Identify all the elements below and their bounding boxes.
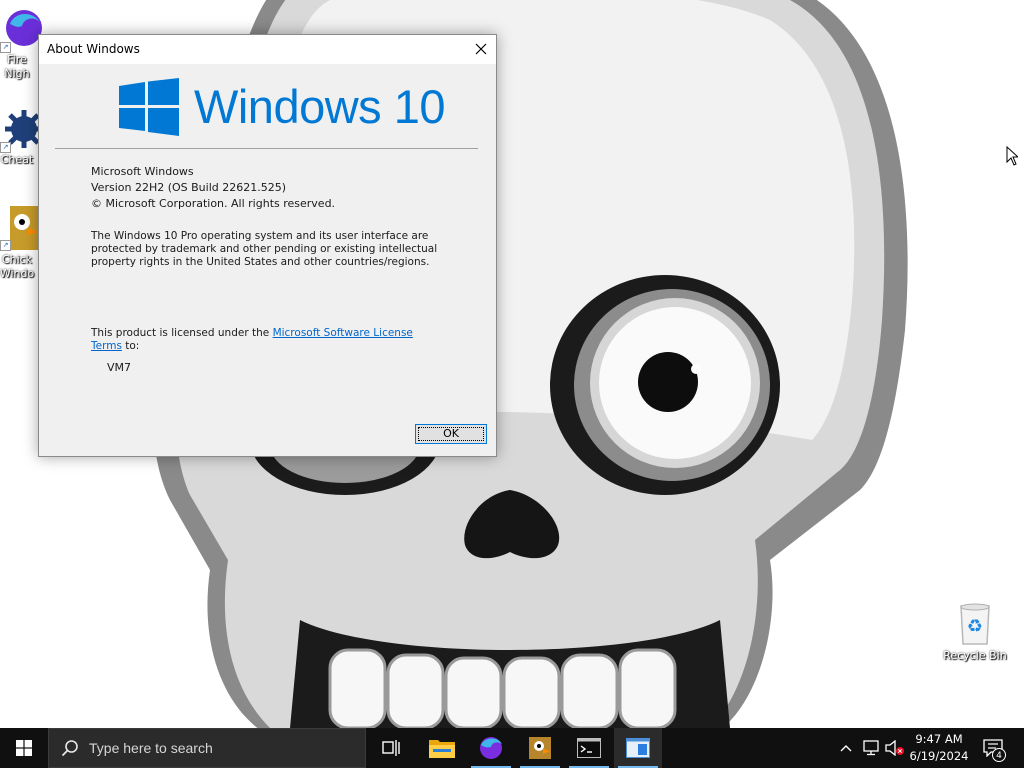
close-button[interactable]	[466, 35, 496, 64]
taskbar: Type here to search 9:47 AM 6/19/2024 4	[0, 728, 1024, 768]
windows-wordmark: Windows 10	[194, 80, 446, 133]
legal-text: The Windows 10 Pro operating system and …	[91, 230, 438, 268]
ok-button[interactable]: OK	[415, 424, 487, 444]
volume-muted-icon[interactable]	[885, 740, 905, 756]
desktop: ↗ Fire Nigh ↗ Cheat ↗ Chick Windo ♻ Recy…	[0, 0, 1024, 728]
about-windows-dialog: About Windows Windows 10 Microsoft Windo…	[38, 34, 497, 457]
product-name: Microsoft Windows	[91, 165, 194, 178]
desktop-icon-recycle-bin[interactable]: ♻ Recycle Bin	[940, 602, 1010, 663]
network-icon[interactable]	[862, 740, 880, 756]
start-button[interactable]	[0, 728, 48, 768]
chicken-invaders-icon	[529, 737, 551, 759]
shortcut-arrow-icon: ↗	[0, 42, 11, 53]
task-view-icon	[382, 740, 400, 756]
winver-icon	[626, 738, 650, 758]
chevron-up-icon[interactable]	[840, 743, 852, 753]
terminal-icon	[577, 738, 601, 758]
svg-text:♻: ♻	[967, 616, 983, 637]
windows-logo-area: Windows 10	[119, 77, 446, 137]
taskbar-app-file-explorer[interactable]	[418, 728, 466, 768]
licensee-name: VM7	[107, 361, 132, 374]
clock-date: 6/19/2024	[909, 749, 969, 763]
file-explorer-icon	[429, 740, 455, 758]
recycle-bin-icon: ♻	[960, 603, 990, 645]
taskbar-app-firefox-nightly[interactable]	[467, 728, 515, 768]
search-box[interactable]: Type here to search	[48, 728, 366, 768]
taskbar-app-terminal[interactable]	[565, 728, 613, 768]
search-placeholder: Type here to search	[89, 740, 213, 756]
dialog-titlebar[interactable]: About Windows	[39, 35, 496, 64]
license-prefix: This product is licensed under the	[91, 327, 273, 339]
clock-time: 9:47 AM	[915, 732, 963, 746]
firefox-nightly-icon	[480, 737, 502, 759]
shortcut-arrow-icon: ↗	[0, 142, 11, 153]
license-terms-link-continued[interactable]: Terms	[91, 340, 122, 352]
taskbar-clock[interactable]: 9:47 AM 6/19/2024	[906, 731, 972, 765]
task-view-button[interactable]	[368, 728, 416, 768]
search-icon	[61, 740, 78, 757]
close-icon	[475, 43, 487, 55]
license-text: This product is licensed under the Micro…	[91, 327, 461, 353]
taskbar-app-chicken-invaders[interactable]	[516, 728, 564, 768]
shortcut-arrow-icon: ↗	[0, 240, 11, 251]
taskbar-app-winver[interactable]	[614, 728, 662, 768]
mouse-cursor-icon	[1006, 146, 1018, 166]
dialog-title: About Windows	[47, 42, 140, 56]
windows-logo-icon	[119, 78, 179, 136]
version-text: Version 22H2 (OS Build 22621.525)	[91, 181, 287, 194]
windows-start-icon	[16, 740, 32, 756]
license-terms-link[interactable]: Microsoft Software License	[273, 327, 413, 339]
desktop-icon-label: Recycle Bin	[943, 649, 1007, 662]
license-suffix: to:	[121, 340, 140, 352]
notification-count-badge: 4	[992, 748, 1006, 762]
divider	[55, 148, 478, 149]
copyright-text: © Microsoft Corporation. All rights rese…	[91, 197, 336, 210]
